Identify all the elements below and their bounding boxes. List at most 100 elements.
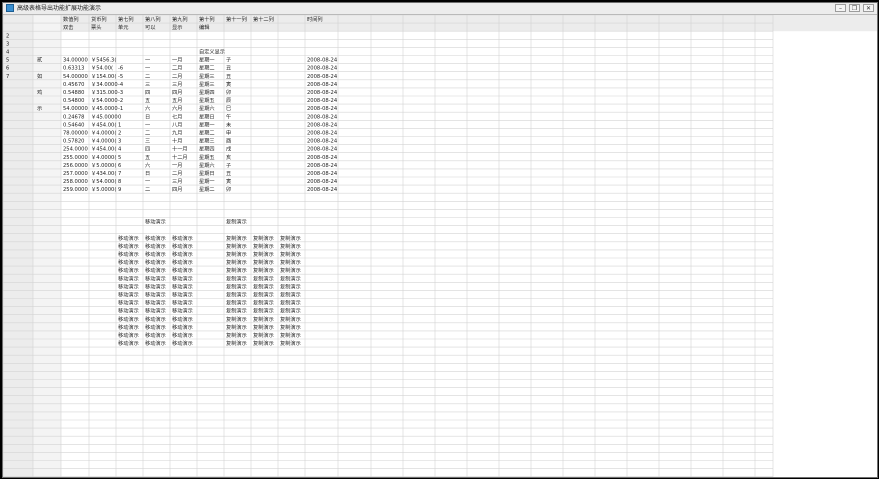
copy-demo-cell: 复制演示 xyxy=(226,234,247,242)
data-cell: 0.45670 xyxy=(63,82,84,88)
copy-demo-cell: 复制演示 xyxy=(226,315,247,323)
copy-demo-cell: 复制演示 xyxy=(226,266,247,274)
data-cell: 一 xyxy=(145,66,150,72)
data-cell: -1 xyxy=(118,106,123,112)
data-cell: ￥4.0000( xyxy=(91,154,116,161)
data-cell: 255.0000 xyxy=(63,155,88,161)
data-cell: 二 xyxy=(145,131,150,137)
app-icon xyxy=(6,4,14,12)
copy-demo-cell: 复制演示 xyxy=(280,250,301,258)
copy-demo-cell: 复制演示 xyxy=(253,339,274,347)
row-header-number: 6 xyxy=(6,66,9,72)
data-cell: 六月 xyxy=(172,104,182,112)
column-header-sub-label: 票头 xyxy=(91,23,101,31)
move-demo-cell: 移动演示 xyxy=(172,266,193,274)
data-cell: 星期四 xyxy=(199,146,215,153)
minimize-button[interactable]: – xyxy=(835,4,846,12)
side-label: 示 xyxy=(37,105,42,112)
data-cell: ￥5.0000( xyxy=(91,162,116,169)
data-cell: 寅 xyxy=(226,177,231,185)
data-cell: 亥 xyxy=(226,153,231,161)
move-demo-cell: 移动演示 xyxy=(172,291,193,299)
data-cell: 0.24678 xyxy=(63,114,84,120)
copy-demo-cell: 复制演示 xyxy=(280,299,301,307)
data-cell: ￥54.00( xyxy=(91,65,113,72)
move-demo-cell: 移动演示 xyxy=(118,315,139,323)
data-cell: 丑 xyxy=(226,170,231,177)
data-cell: 6 xyxy=(118,163,121,169)
move-demo-cell: 移动演示 xyxy=(118,266,139,274)
data-cell: 巳 xyxy=(226,105,231,112)
data-cell: ￥4.0000( xyxy=(91,130,116,137)
move-demo-cell: 移动演示 xyxy=(145,250,166,258)
move-demo-cell: 移动演示 xyxy=(118,274,139,282)
side-label: 鸡 xyxy=(37,88,42,96)
move-demo-cell: 移动演示 xyxy=(118,291,139,299)
move-demo-cell: 移动演示 xyxy=(172,315,193,323)
data-cell: 酉 xyxy=(226,138,231,145)
copy-demo-cell: 复制演示 xyxy=(253,266,274,274)
copy-demo-cell: 复制演示 xyxy=(253,250,274,258)
move-demo-cell: 移动演示 xyxy=(145,282,166,290)
data-cell: 2008-08-24 xyxy=(307,147,338,153)
data-cell: 三 xyxy=(145,138,150,145)
move-demo-cell: 移动演示 xyxy=(172,250,193,258)
data-cell: 2008-08-24 xyxy=(307,66,338,72)
data-cell: 2008-08-24 xyxy=(307,58,338,64)
data-cell: 戌 xyxy=(226,145,231,153)
column-header-sub-label: 双击 xyxy=(63,23,73,31)
copy-demo-cell: 复制演示 xyxy=(226,307,247,315)
close-button[interactable]: ✕ xyxy=(863,4,874,12)
data-cell: 申 xyxy=(226,129,231,137)
move-demo-cell: 移动演示 xyxy=(172,331,193,339)
copy-demo-cell: 复制演示 xyxy=(226,339,247,347)
copy-demo-cell: 复制演示 xyxy=(253,307,274,315)
move-demo-cell: 移动演示 xyxy=(118,307,139,315)
data-cell: 2008-08-24 xyxy=(307,187,338,193)
data-cell: 二月 xyxy=(172,73,182,80)
data-cell: ￥434.00( xyxy=(91,170,116,177)
move-demo-cell: 移动演示 xyxy=(145,307,166,315)
app-window: 高级表格导出功能扩展功能演示 – ❐ ✕ 数值列 货币列 第七列 第八列 第九列 第十列 第… xyxy=(2,2,878,478)
spreadsheet-grid[interactable]: 数值列 货币列 第七列 第八列 第九列 第十列 第十一列 第十二列 时间列 双击 票头 单元 可以 显示 编… xyxy=(3,15,877,477)
data-cell: ￥5456.3( xyxy=(91,57,116,64)
data-cell: 午 xyxy=(226,112,231,120)
data-cell: 寅 xyxy=(226,80,231,88)
data-cell: 五 xyxy=(145,97,150,104)
move-demo-cell: 移动演示 xyxy=(145,234,166,242)
data-cell: 254.0000 xyxy=(63,147,88,153)
data-cell: 二 xyxy=(145,74,150,80)
row-header-band xyxy=(3,15,33,477)
move-demo-cell: 移动演示 xyxy=(172,234,193,242)
move-demo-cell: 移动演示 xyxy=(172,299,193,307)
column-header-label: 第十一列 xyxy=(226,15,247,23)
copy-demo-cell: 复制演示 xyxy=(280,315,301,323)
data-cell: 星期日 xyxy=(199,113,215,120)
move-demo-cell: 移动演示 xyxy=(118,282,139,290)
data-cell: 星期四 xyxy=(199,89,215,96)
copy-demo-cell: 复制演示 xyxy=(280,258,301,266)
data-cell: 8 xyxy=(118,179,121,185)
copy-demo-cell: 复制演示 xyxy=(280,242,301,250)
restore-button[interactable]: ❐ xyxy=(849,4,860,12)
move-demo-cell: 移动演示 xyxy=(145,315,166,323)
move-demo-cell: 移动演示 xyxy=(118,250,139,258)
data-cell: 星期二 xyxy=(199,186,215,193)
data-cell: 星期三 xyxy=(199,138,215,145)
column-header-label: 货币列 xyxy=(91,15,107,23)
data-cell: 四月 xyxy=(172,186,182,193)
copy-demo-cell: 复制演示 xyxy=(253,234,274,242)
data-cell: 257.0000 xyxy=(63,171,88,177)
move-demo-cell: 移动演示 xyxy=(145,331,166,339)
data-cell: ￥454.00( xyxy=(91,121,116,128)
data-cell: 星期一 xyxy=(199,121,215,128)
row-header-number: 3 xyxy=(6,41,9,47)
data-cell: 258.0000 xyxy=(63,179,88,185)
data-cell: ￥5.0000( xyxy=(91,186,116,193)
copy-demo-cell: 复制演示 xyxy=(253,323,274,331)
data-cell: 星期一 xyxy=(199,57,215,64)
move-demo-cell: 移动演示 xyxy=(172,242,193,250)
title-bar[interactable]: 高级表格导出功能扩展功能演示 – ❐ ✕ xyxy=(3,3,877,15)
copy-demo-cell: 复制演示 xyxy=(226,242,247,250)
move-demo-cell: 移动演示 xyxy=(172,274,193,282)
